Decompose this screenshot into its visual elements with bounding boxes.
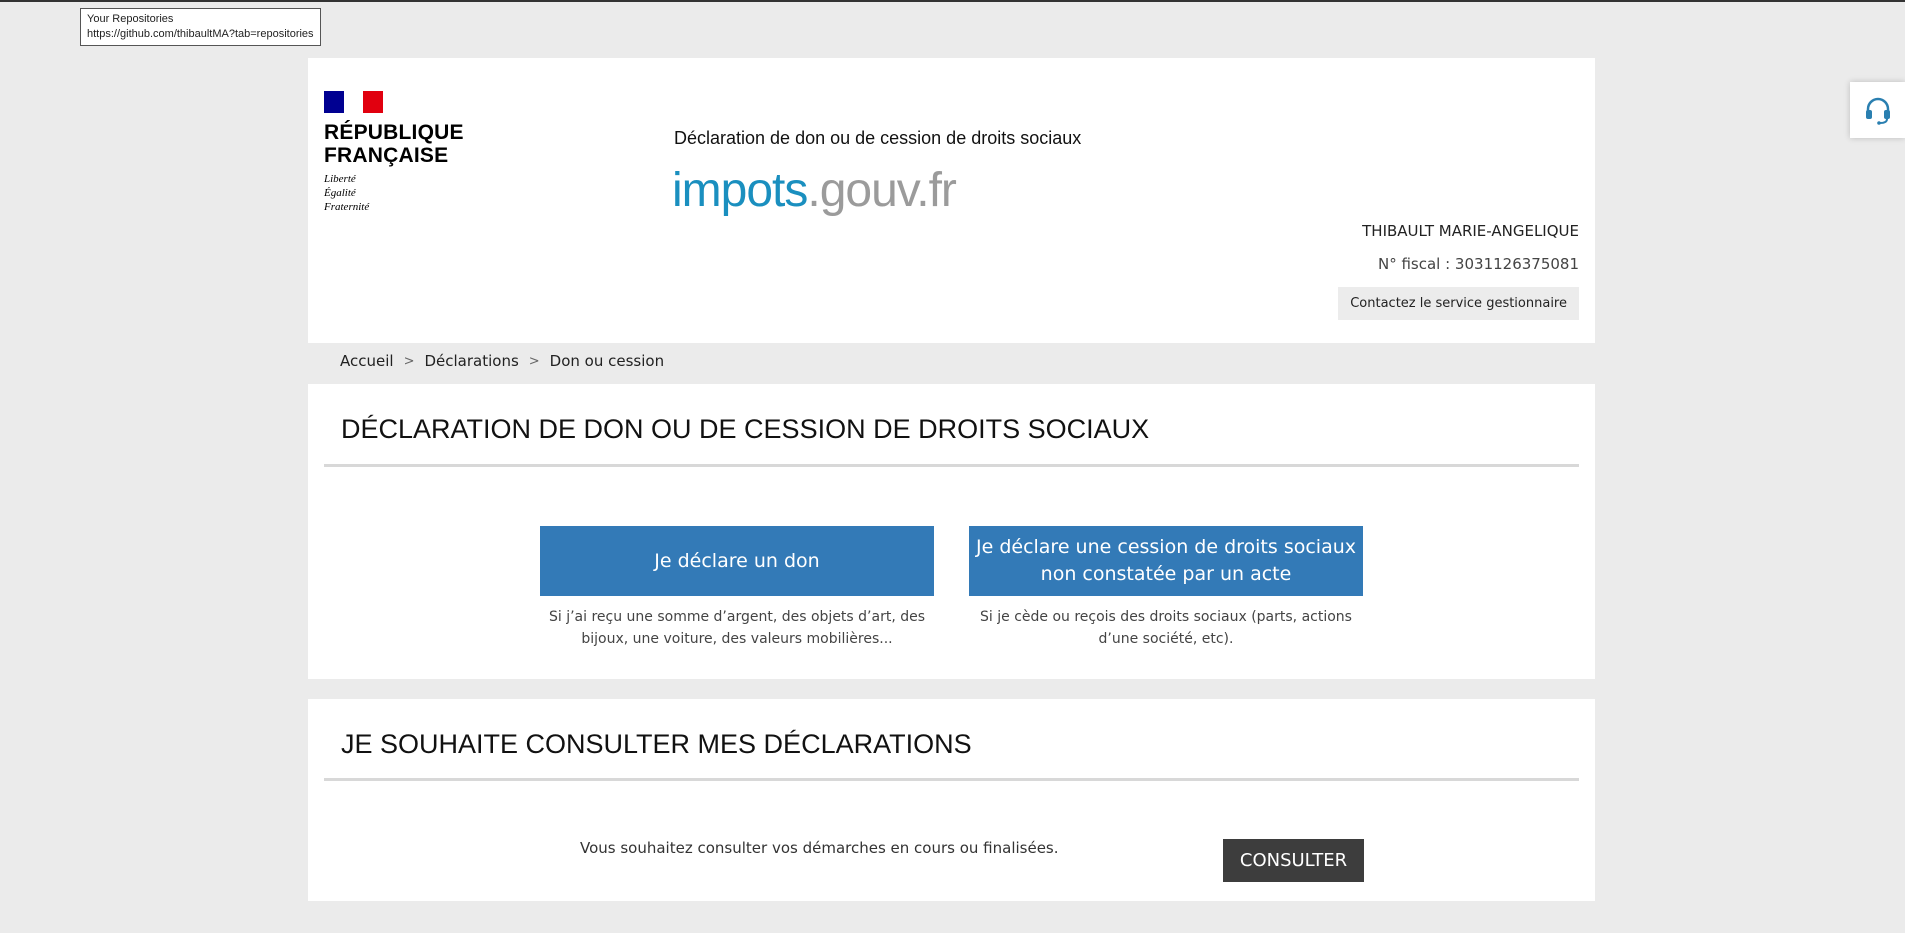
french-flag-icon: [324, 91, 384, 113]
breadcrumb-separator: >: [403, 353, 415, 369]
site-header: RÉPUBLIQUE FRANÇAISE Liberté Égalité Fra…: [308, 58, 1595, 343]
contact-service-button[interactable]: Contactez le service gestionnaire: [1338, 287, 1579, 320]
breadcrumb-item-accueil[interactable]: Accueil: [340, 352, 394, 370]
brand-part-gouv: .gouv: [807, 164, 917, 217]
consult-section-title: JE SOUHAITE CONSULTER MES DÉCLARATIONS: [341, 729, 972, 759]
fiscal-number: N° fiscal : 3031126375081: [1377, 255, 1579, 273]
impots-gouv-logo[interactable]: impots.gouv.fr: [672, 163, 957, 219]
breadcrumb: Accueil > Déclarations > Don ou cession: [340, 352, 664, 370]
headset-icon: [1865, 97, 1890, 125]
breadcrumb-separator: >: [528, 353, 540, 369]
declare-cession-description: Si je cède ou reçois des droits sociaux …: [980, 609, 1352, 647]
user-name: THIBAULT MARIE-ANGELIQUE: [1362, 222, 1579, 240]
declaration-section: DÉCLARATION DE DON OU DE CESSION DE DROI…: [308, 384, 1595, 679]
declare-don-description: Si j’ai reçu une somme d’argent, des obj…: [548, 609, 926, 647]
consult-section: JE SOUHAITE CONSULTER MES DÉCLARATIONS V…: [308, 699, 1595, 901]
declare-cession-button[interactable]: Je déclare une cession de droits sociaux…: [969, 526, 1363, 596]
tooltip-title: Your Repositories: [87, 13, 174, 25]
republique-name: RÉPUBLIQUE FRANÇAISE: [324, 121, 464, 167]
link-tooltip: Your Repositories https://github.com/thi…: [80, 8, 321, 46]
republique-francaise-logo[interactable]: RÉPUBLIQUE FRANÇAISE Liberté Égalité Fra…: [324, 91, 464, 214]
consult-description: Vous souhaitez consulter vos démarches e…: [580, 839, 1059, 857]
service-title: Déclaration de don ou de cession de droi…: [674, 128, 1082, 148]
declare-don-button[interactable]: Je déclare un don: [540, 526, 934, 596]
help-widget[interactable]: [1850, 82, 1905, 138]
brand-part-fr: .fr: [916, 164, 957, 217]
user-info: THIBAULT MARIE-ANGELIQUE N° fiscal : 303…: [1338, 222, 1579, 320]
tooltip-url: https://github.com/thibaultMA?tab=reposi…: [87, 28, 314, 40]
brand-part-impots: impots: [672, 164, 808, 217]
declaration-section-title: DÉCLARATION DE DON OU DE CESSION DE DROI…: [341, 414, 1150, 444]
republique-motto: Liberté Égalité Fraternité: [324, 173, 370, 213]
section-divider: [324, 464, 1579, 467]
section-divider: [324, 778, 1579, 781]
consult-button[interactable]: CONSULTER: [1223, 839, 1364, 882]
breadcrumb-item-declarations[interactable]: Déclarations: [424, 352, 518, 370]
breadcrumb-item-current: Don ou cession: [549, 352, 665, 370]
